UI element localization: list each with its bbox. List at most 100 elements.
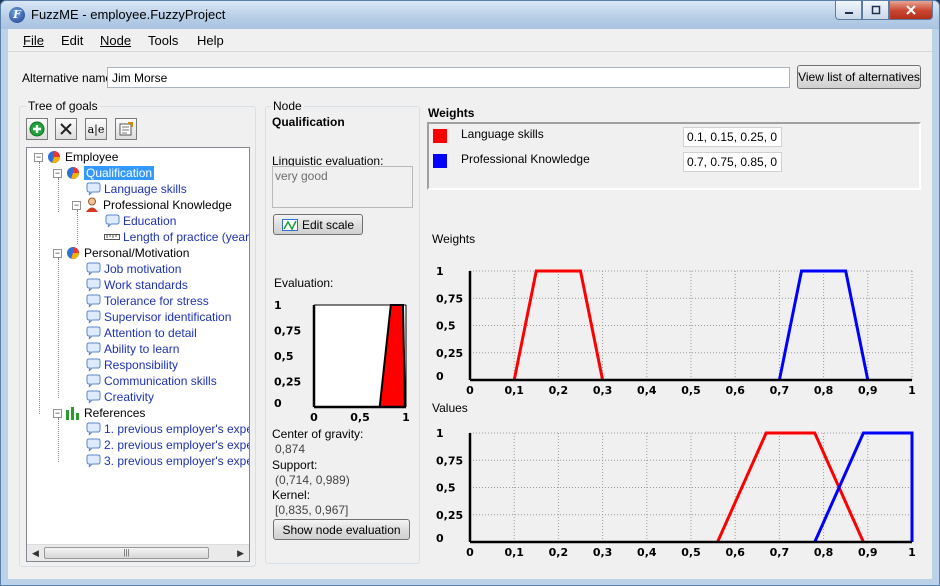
speech-bubble-icon [85,309,101,325]
menu-help[interactable]: Help [197,33,224,48]
y-tick-label: 0,5 [436,320,456,333]
tree-item-supervisor-identification[interactable]: Supervisor identification [85,309,231,325]
speech-bubble-icon [85,293,101,309]
speech-bubble-icon [104,213,120,229]
pie-icon [46,149,62,165]
tree-item-qualification[interactable]: − Qualification [53,165,155,181]
tree-item-employee[interactable]: − Employee [34,149,118,165]
weight-name-language-skills: Language skills [461,127,544,141]
tree-item-tolerance-for-stress[interactable]: Tolerance for stress [85,293,209,309]
rename-node-button[interactable]: a|e [85,118,107,140]
menu-edit[interactable]: Edit [61,33,83,48]
person-icon [84,197,100,213]
y-tick-label: 0,25 [436,509,463,522]
collapse-icon[interactable]: − [53,168,62,178]
tree-item-attention-to-detail[interactable]: Attention to detail [85,325,197,341]
tree-line [58,418,59,462]
tree-item-creativity[interactable]: Creativity [85,389,154,405]
x-tick-label: 0,5 [681,546,701,559]
tree-item-work-standards[interactable]: Work standards [85,277,188,293]
tree-line [58,258,59,398]
scrollbar-thumb[interactable]: ||| [44,547,209,559]
x-tick-label: 0,6 [725,546,745,559]
x-tick-label: 0 [466,546,474,559]
tree-line [58,178,59,212]
node-properties-button[interactable] [115,118,137,140]
collapse-icon[interactable]: − [34,152,43,162]
tree-item-responsibility[interactable]: Responsibility [85,357,178,373]
evaluation-chart: 0 0,5 1 0 0,25 0,5 0,75 1 [274,299,410,423]
weight-input-language-skills[interactable] [683,127,782,147]
collapse-icon[interactable]: − [53,408,62,418]
values-chart: 0 0,1 0,2 0,3 0,4 0,5 0,6 0,7 0,8 0,9 1 0 0,25 0,5 0,7… [436,427,916,559]
y-tick-label: 1 [436,265,444,278]
client-area: File Edit Node Tools Help Alternative na… [8,29,932,579]
menu-tools[interactable]: Tools [148,33,178,48]
x-tick-label: 0,3 [593,546,613,559]
tree-item-education[interactable]: Education [104,213,176,229]
x-tick-label: 0,7 [770,384,790,397]
menu-file[interactable]: File [23,33,44,48]
tree-item-communication-skills[interactable]: Communication skills [85,373,217,389]
tree-item-language-skills[interactable]: Language skills [85,181,187,197]
support-label: Support: [272,458,318,472]
tree-item-personal-motivation[interactable]: − Personal/Motivation [53,245,189,261]
tree-item-reference-1[interactable]: 1. previous employer's experie [85,421,249,437]
speech-bubble-icon [85,373,101,389]
x-tick-label: 1 [908,384,916,397]
tree-item-job-motivation[interactable]: Job motivation [85,261,181,277]
maximize-button[interactable] [862,1,889,20]
linguistic-evaluation-field: very good [272,166,413,208]
x-tick-label: 0 [310,411,318,423]
tree-item-length-of-practice[interactable]: Length of practice (years) [104,229,249,245]
title-bar[interactable]: F FuzzME - employee.FuzzyProject [1,1,939,29]
professional-knowledge-color-swatch [433,154,447,168]
x-tick-label: 0,9 [858,546,878,559]
speech-bubble-icon [85,389,101,405]
weight-input-professional-knowledge[interactable] [683,152,782,172]
tree-item-reference-2[interactable]: 2. previous employer's experie [85,437,249,453]
linguistic-evaluation-value: very good [275,169,328,183]
x-tick-label: 0,4 [637,384,657,397]
tree-horizontal-scrollbar[interactable]: ◀ ||| ▶ [27,544,249,561]
weight-name-professional-knowledge: Professional Knowledge [461,152,590,166]
close-button[interactable] [889,1,933,20]
x-tick-label: 1 [402,411,410,423]
alternative-name-input[interactable] [107,67,790,88]
minimize-button[interactable] [835,1,862,20]
speech-bubble-icon [85,277,101,293]
x-tick-label: 1 [908,546,916,559]
weights-title: Weights [428,106,475,120]
add-node-button[interactable] [26,118,48,140]
delete-node-button[interactable] [55,118,77,140]
y-tick-label: 0,25 [436,347,463,360]
language-skills-color-swatch [433,129,447,143]
x-tick-label: 0,8 [814,384,834,397]
scroll-left-icon[interactable]: ◀ [32,548,39,559]
edit-scale-button[interactable]: Edit scale [273,214,363,235]
delete-icon [60,123,72,135]
add-icon [29,121,45,137]
x-tick-label: 0,2 [549,546,569,559]
menu-node[interactable]: Node [100,33,131,48]
collapse-icon[interactable]: − [72,200,81,210]
center-of-gravity-value: 0,874 [275,442,306,456]
x-tick-label: 0,9 [858,384,878,397]
speech-bubble-icon [85,261,101,277]
goals-tree[interactable]: − Employee − Qualification Language skil… [26,147,250,562]
tree-item-references[interactable]: − References [53,405,145,421]
tree-item-professional-knowledge[interactable]: − Professional Knowledge [72,197,232,213]
show-node-evaluation-button[interactable]: Show node evaluation [273,519,410,540]
tree-line [39,162,40,414]
ruler-icon [104,229,120,245]
collapse-icon[interactable]: − [53,248,62,258]
y-tick-label: 0 [436,532,444,545]
speech-bubble-icon [85,341,101,357]
tree-item-ability-to-learn[interactable]: Ability to learn [85,341,179,357]
tree-item-reference-3[interactable]: 3. previous employer's experie [85,453,249,469]
y-tick-label: 1 [274,299,282,312]
y-tick-label: 0,5 [274,350,294,363]
scroll-right-icon[interactable]: ▶ [237,548,244,559]
view-alternatives-button[interactable]: View list of alternatives [797,65,921,89]
y-tick-label: 0,75 [436,454,463,467]
